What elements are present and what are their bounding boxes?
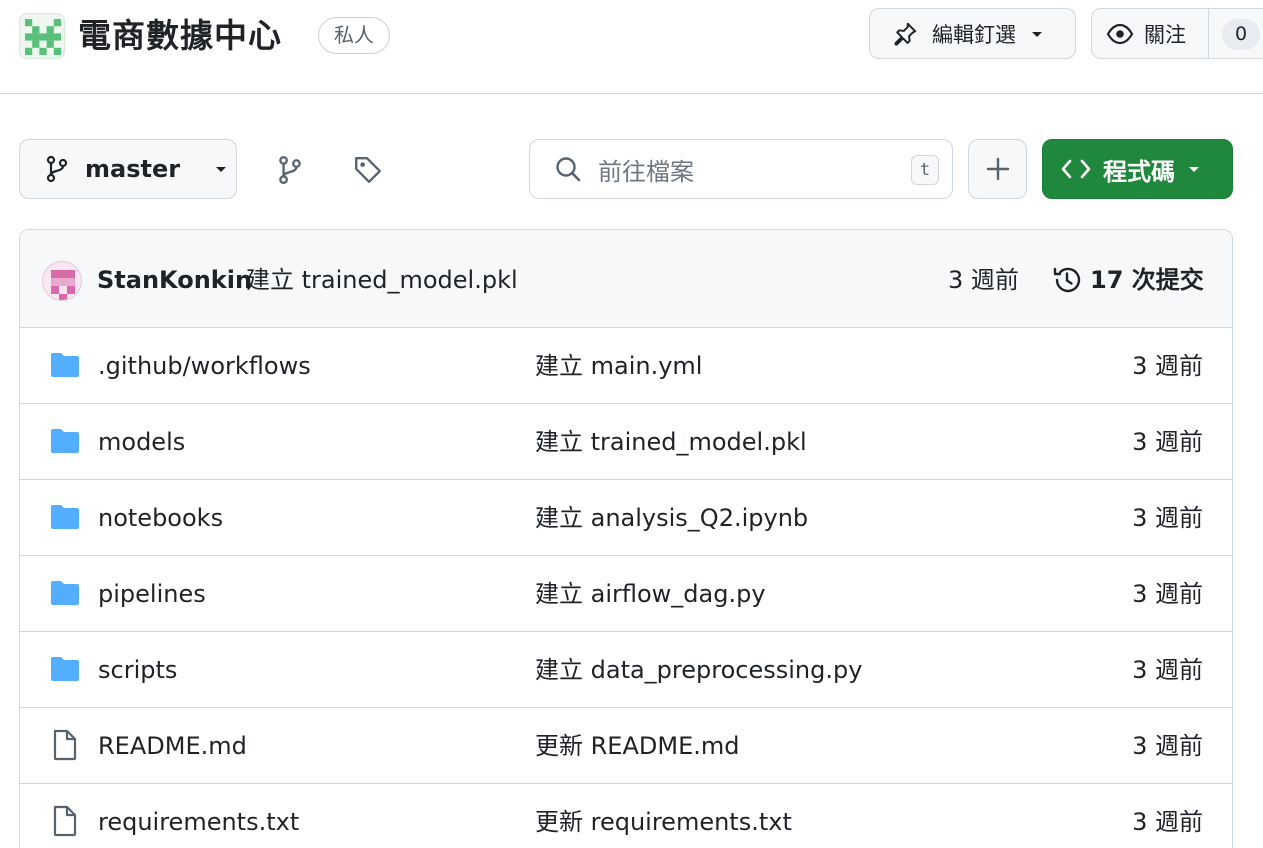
commit-count-link[interactable]: 17 次提交 <box>1090 264 1204 296</box>
branch-selector-button[interactable]: master <box>19 139 237 199</box>
folder-icon-wrapper <box>50 656 80 686</box>
keyboard-shortcut-hint: t <box>911 155 939 185</box>
file-commit-time: 3 週前 <box>1132 808 1203 836</box>
file-name-link[interactable]: scripts <box>98 654 177 686</box>
git-branch-icon <box>279 155 301 185</box>
file-row[interactable]: requirements.txt 更新 requirements.txt 3 週前 <box>20 784 1232 848</box>
watch-divider <box>1208 9 1209 58</box>
folder-icon <box>51 353 79 377</box>
chevron-down-icon <box>1189 167 1199 172</box>
folder-icon <box>51 657 79 681</box>
file-name-link[interactable]: notebooks <box>98 502 223 534</box>
file-row[interactable]: models 建立 trained_model.pkl 3 週前 <box>20 404 1232 480</box>
file-row[interactable]: pipelines 建立 airflow_dag.py 3 週前 <box>20 556 1232 632</box>
file-row[interactable]: notebooks 建立 analysis_Q2.ipynb 3 週前 <box>20 480 1232 556</box>
folder-icon <box>51 429 79 453</box>
file-commit-message-link[interactable]: 建立 airflow_dag.py <box>535 578 766 610</box>
folder-icon-wrapper <box>50 352 80 382</box>
file-commit-message-link[interactable]: 建立 main.yml <box>535 350 702 382</box>
commit-time: 3 週前 <box>948 266 1019 294</box>
repo-title[interactable]: 電商數據中心 <box>78 14 282 58</box>
folder-icon-wrapper <box>50 504 80 534</box>
watch-button[interactable]: 關注 0 <box>1091 8 1263 59</box>
file-commit-message-link[interactable]: 建立 analysis_Q2.ipynb <box>535 502 808 534</box>
file-icon-wrapper <box>52 805 78 841</box>
chevron-down-icon <box>216 167 227 172</box>
file-name-link[interactable]: pipelines <box>98 578 206 610</box>
folder-icon <box>51 581 79 605</box>
edit-pins-button[interactable]: 編輯釘選 <box>869 8 1076 59</box>
repo-header: 電商數據中心 私人 編輯釘選 關注 0 <box>0 0 1263 94</box>
code-icon <box>1061 159 1091 179</box>
identicon-icon <box>51 270 75 300</box>
file-commit-time: 3 週前 <box>1132 504 1203 532</box>
search-placeholder: 前往檔案 <box>598 157 694 186</box>
identicon-icon <box>25 19 61 55</box>
file-name-link[interactable]: README.md <box>98 730 247 762</box>
pin-icon <box>894 22 917 45</box>
plus-icon <box>986 157 1009 181</box>
file-icon <box>53 805 77 837</box>
branch-name: master <box>85 155 181 183</box>
file-commit-message-link[interactable]: 更新 requirements.txt <box>535 806 792 838</box>
edit-pins-label: 編輯釘選 <box>932 22 1016 47</box>
file-icon-wrapper <box>52 729 78 765</box>
watch-label: 關注 <box>1144 22 1186 47</box>
file-commit-message-link[interactable]: 建立 data_preprocessing.py <box>535 654 862 686</box>
file-name-link[interactable]: .github/workflows <box>98 350 311 382</box>
visibility-badge: 私人 <box>318 17 390 54</box>
file-name-link[interactable]: requirements.txt <box>98 806 299 838</box>
tag-icon <box>355 157 381 183</box>
chevron-down-icon <box>1032 31 1042 37</box>
repo-avatar <box>19 13 65 59</box>
file-commit-time: 3 週前 <box>1132 732 1203 760</box>
branches-link[interactable] <box>277 155 303 189</box>
file-commit-message-link[interactable]: 建立 trained_model.pkl <box>535 426 807 458</box>
folder-icon-wrapper <box>50 580 80 610</box>
eye-icon <box>1106 23 1134 44</box>
commit-author[interactable]: StanKonkin <box>97 264 252 296</box>
file-row[interactable]: scripts 建立 data_preprocessing.py 3 週前 <box>20 632 1232 708</box>
watch-count[interactable]: 0 <box>1222 19 1260 50</box>
file-name-link[interactable]: models <box>98 426 185 458</box>
history-icon <box>1053 267 1081 293</box>
file-commit-time: 3 週前 <box>1132 656 1203 684</box>
code-button[interactable]: 程式碼 <box>1042 139 1233 199</box>
file-commit-message-link[interactable]: 更新 README.md <box>535 730 739 762</box>
go-to-file-search[interactable]: 前往檔案 t <box>529 139 953 199</box>
code-button-label: 程式碼 <box>1103 157 1175 186</box>
file-icon <box>53 729 77 761</box>
file-row[interactable]: README.md 更新 README.md 3 週前 <box>20 708 1232 784</box>
author-avatar[interactable] <box>42 261 82 301</box>
folder-icon <box>51 505 79 529</box>
latest-commit-bar: StanKonkin 建立 trained_model.pkl 3 週前 17 … <box>20 230 1232 328</box>
file-commit-time: 3 週前 <box>1132 352 1203 380</box>
folder-icon-wrapper <box>50 428 80 458</box>
search-icon <box>556 157 581 182</box>
git-branch-icon <box>46 155 68 183</box>
commit-message[interactable]: 建立 trained_model.pkl <box>246 264 518 296</box>
tags-link[interactable] <box>353 155 383 189</box>
add-file-button[interactable] <box>968 139 1027 199</box>
file-commit-time: 3 週前 <box>1132 428 1203 456</box>
file-row[interactable]: .github/workflows 建立 main.yml 3 週前 <box>20 328 1232 404</box>
file-browser: StanKonkin 建立 trained_model.pkl 3 週前 17 … <box>19 229 1233 848</box>
file-commit-time: 3 週前 <box>1132 580 1203 608</box>
